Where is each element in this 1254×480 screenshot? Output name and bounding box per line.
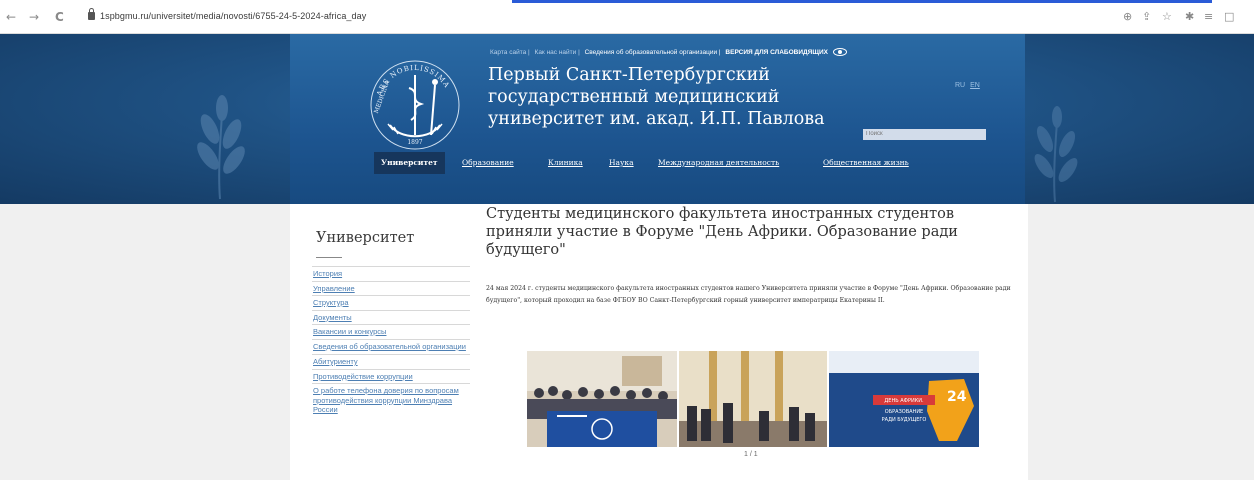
sidebar-title: Университет [316, 230, 415, 246]
photo-gallery[interactable]: ДЕНЬ АФРИКИ. ОБРАЗОВАНИЕ РАДИ БУДУЩЕГО 2… [527, 351, 979, 447]
gallery-photo-3[interactable]: ДЕНЬ АФРИКИ. ОБРАЗОВАНИЕ РАДИ БУДУЩЕГО 2… [829, 351, 979, 447]
sidebar-item-history[interactable]: История [312, 266, 470, 281]
banner-line-2: ОБРАЗОВАНИЕ [885, 409, 923, 415]
nav-item-university[interactable]: Университет [374, 152, 445, 174]
sidebar-title-underline [316, 257, 342, 258]
search-input[interactable] [863, 129, 986, 140]
university-name[interactable]: Первый Санкт-Петербургский государственн… [488, 64, 825, 130]
org-info-link[interactable]: Сведения об образовательной организации … [585, 49, 721, 56]
sidebar-item-applicants[interactable]: Абитуриенту [312, 354, 470, 369]
sidebar-item-hotline[interactable]: О работе телефона доверия по вопросам пр… [312, 383, 470, 417]
window-icon[interactable]: □ [1224, 10, 1234, 23]
vision-impaired-label: ВЕРСИЯ ДЛЯ СЛАБОВИДЯЩИХ [725, 48, 828, 56]
address-bar[interactable]: 1spbgmu.ru/universitet/media/novosti/675… [100, 11, 366, 21]
university-name-line-1: Первый Санкт-Петербургский [488, 65, 770, 85]
lock-icon[interactable] [88, 8, 95, 20]
vision-impaired-link[interactable]: ВЕРСИЯ ДЛЯ СЛАБОВИДЯЩИХ [725, 48, 850, 56]
sidebar-item-org-info[interactable]: Сведения об образовательной организации [312, 338, 470, 355]
playlist-icon[interactable]: ≡ [1204, 10, 1213, 23]
university-logo: ARS NOBILISSIMA MEDICINA 1897 [370, 60, 460, 150]
language-switcher: RU EN [955, 82, 980, 89]
sidebar-item-structure[interactable]: Структура [312, 295, 470, 310]
banner-date: 24 [947, 389, 967, 405]
extension-icon[interactable]: ✱ [1185, 10, 1194, 23]
gallery-photo-1[interactable] [527, 351, 677, 447]
share-icon[interactable]: ⇪ [1142, 10, 1151, 23]
nav-item-clinic[interactable]: Клиника [548, 152, 583, 174]
sitemap-link[interactable]: Карта сайта | [490, 49, 530, 56]
laurel-left-icon [197, 95, 245, 200]
eye-icon [832, 48, 847, 56]
top-links: Карта сайта | Как нас найти | Сведения о… [490, 48, 853, 56]
find-us-link[interactable]: Как нас найти | [535, 49, 580, 56]
gallery-counter: 1 / 1 [744, 451, 758, 458]
gallery-photo-2[interactable] [679, 351, 827, 447]
browser-toolbar: ← → C 1spbgmu.ru/universitet/media/novos… [0, 0, 1254, 34]
back-icon[interactable]: ← [6, 11, 16, 23]
page-load-indicator [512, 0, 1212, 3]
laurel-right-icon [1034, 106, 1078, 203]
page-margin-left [0, 204, 290, 480]
lang-ru-link[interactable]: RU [955, 82, 965, 89]
sidebar-menu: История Управление Структура Документы В… [312, 266, 470, 417]
lang-en-link[interactable]: EN [970, 82, 980, 89]
reload-icon[interactable]: C [55, 11, 64, 23]
site-header: ARS NOBILISSIMA MEDICINA 1897 Карта сайт… [0, 34, 1254, 204]
sidebar-item-documents[interactable]: Документы [312, 309, 470, 325]
logo-year: 1897 [407, 139, 422, 146]
banner-line-1: ДЕНЬ АФРИКИ. [884, 398, 924, 404]
nav-item-international[interactable]: Международная деятельность [658, 152, 779, 174]
sidebar-item-vacancies[interactable]: Вакансии и конкурсы [312, 324, 470, 339]
zoom-icon[interactable]: ⊕ [1123, 10, 1132, 23]
page-margin-right [1028, 204, 1254, 480]
university-name-line-2: государственный медицинский [488, 87, 780, 107]
nav-item-education[interactable]: Образование [462, 152, 514, 174]
article-body: 24 мая 2024 г. студенты медицинского фак… [486, 285, 1011, 304]
nav-item-science[interactable]: Наука [609, 152, 634, 174]
university-name-line-3: университет им. акад. И.П. Павлова [488, 109, 825, 129]
sidebar-item-anticorruption[interactable]: Противодействие коррупции [312, 368, 470, 384]
article-title: Студенты медицинского факультета иностра… [486, 206, 958, 258]
forward-icon[interactable]: → [29, 11, 39, 23]
sidebar-item-management[interactable]: Управление [312, 280, 470, 296]
star-icon[interactable]: ☆ [1162, 10, 1172, 23]
banner-line-3: РАДИ БУДУЩЕГО [882, 417, 927, 423]
nav-item-social-life[interactable]: Общественная жизнь [823, 152, 909, 174]
